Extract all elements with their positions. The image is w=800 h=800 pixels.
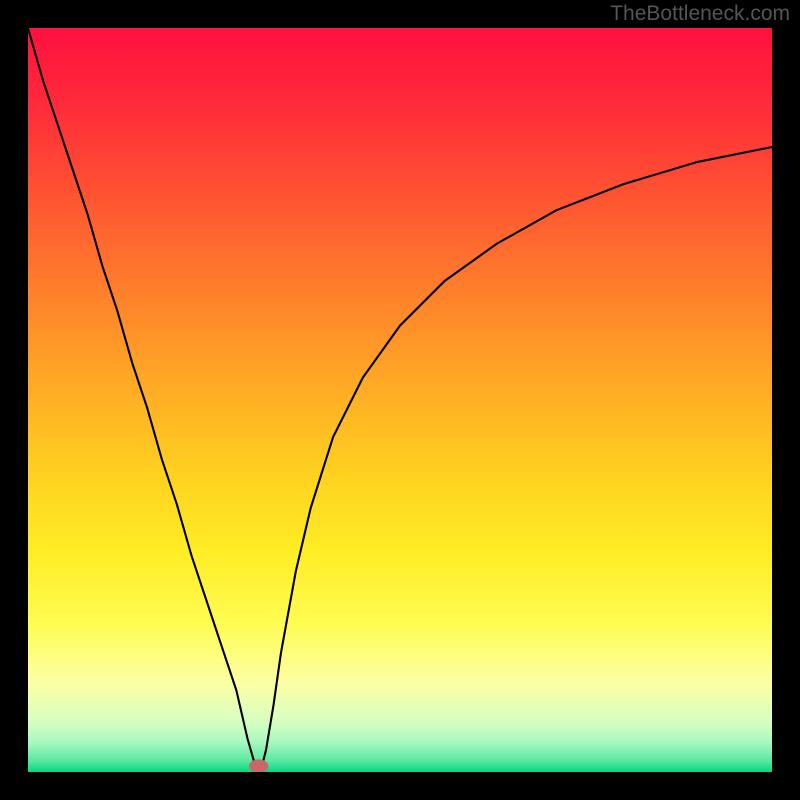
chart-background [28,28,772,772]
chart-plot-area [28,28,772,772]
watermark-text: TheBottleneck.com [610,2,790,26]
chart-svg [28,28,772,772]
